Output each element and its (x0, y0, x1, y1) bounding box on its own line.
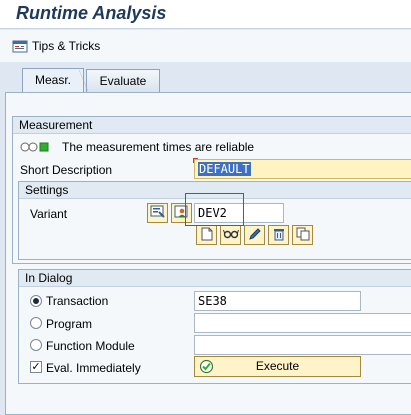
program-radio[interactable] (30, 317, 42, 329)
transaction-label: Transaction (46, 294, 109, 308)
function-module-field[interactable] (194, 335, 411, 355)
function-module-radio[interactable] (30, 339, 42, 351)
app-toolbar: Tips & Tricks (0, 30, 411, 62)
status-lights-icon (20, 141, 50, 155)
edit-variant-button[interactable] (244, 225, 265, 245)
pencil-icon (248, 227, 262, 244)
copy-variant-button[interactable] (292, 225, 313, 245)
create-variant-button[interactable] (196, 225, 217, 245)
short-description-field[interactable]: DEFAULT (194, 159, 411, 179)
display-variant-button[interactable] (220, 225, 241, 245)
eval-immediately-checkbox[interactable]: ✓ (30, 361, 42, 373)
eval-immediately-label: Eval. Immediately (46, 361, 141, 375)
short-description-label: Short Description (20, 163, 113, 177)
in-dialog-heading: In Dialog (19, 270, 411, 287)
variant-search-button[interactable] (147, 203, 168, 223)
page-title: Runtime Analysis (16, 3, 167, 23)
tab-strip: Measr. Evaluate (0, 66, 411, 94)
transaction-value: SE38 (198, 294, 227, 308)
variant-field[interactable]: DEV2 (194, 203, 284, 223)
tips-label: Tips & Tricks (32, 39, 101, 53)
function-module-label: Function Module (46, 339, 135, 353)
measurement-heading: Measurement (13, 117, 411, 134)
tab-evaluate[interactable]: Evaluate (79, 69, 160, 94)
program-field[interactable] (194, 313, 411, 333)
variant-value: DEV2 (198, 206, 227, 220)
transaction-field[interactable]: SE38 (194, 291, 361, 311)
execute-icon (199, 359, 214, 380)
title-bar: Runtime Analysis (0, 0, 411, 29)
variant-label: Variant (30, 207, 68, 221)
delete-variant-button[interactable] (268, 225, 289, 245)
variant-user-button[interactable] (171, 203, 192, 223)
tips-icon (12, 39, 28, 53)
short-description-value: DEFAULT (198, 162, 251, 176)
settings-heading: Settings (19, 182, 411, 199)
execute-button[interactable]: Execute (194, 356, 361, 377)
new-document-icon (201, 227, 213, 244)
status-text: The measurement times are reliable (62, 140, 255, 154)
tab-measr[interactable]: Measr. (22, 68, 84, 94)
execute-label: Execute (255, 359, 300, 373)
copy-icon (296, 227, 310, 244)
glasses-icon (222, 228, 239, 243)
field-marker-icon (193, 158, 198, 163)
tips-tricks-button[interactable]: Tips & Tricks (12, 38, 100, 54)
trash-icon (272, 227, 286, 244)
program-label: Program (46, 317, 93, 331)
check-mark-icon: ✓ (31, 361, 41, 373)
transaction-radio[interactable] (30, 295, 42, 307)
user-variant-icon (174, 205, 189, 222)
search-list-icon (150, 205, 165, 221)
